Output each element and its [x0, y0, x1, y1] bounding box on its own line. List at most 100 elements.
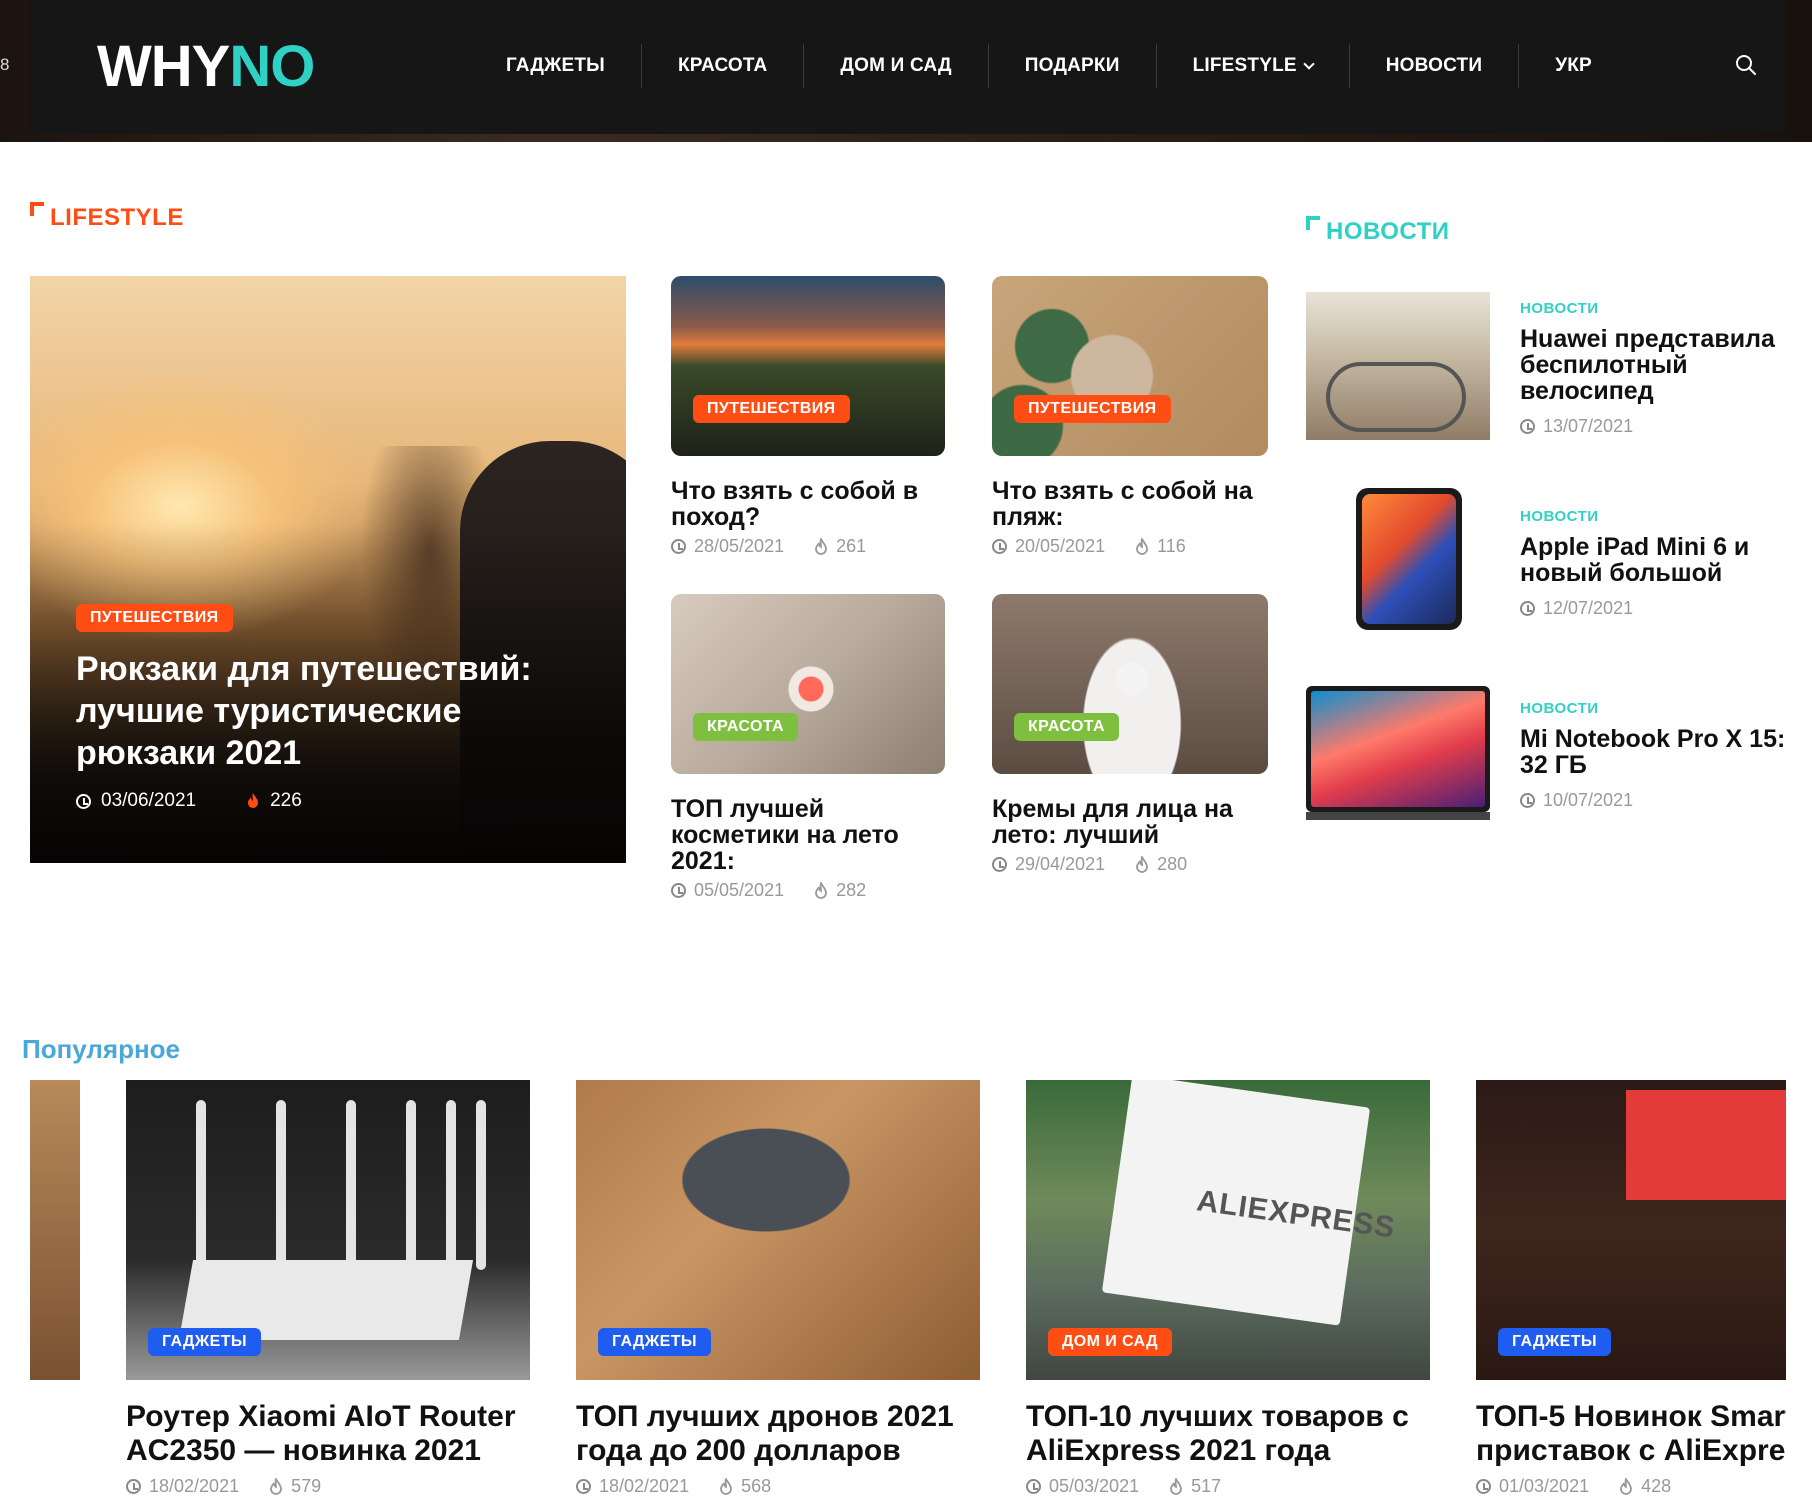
article-meta: 29/04/2021 280: [992, 854, 1187, 875]
popular-article-title[interactable]: Роутер Xiaomi AIoT Router AC2350 — новин…: [126, 1400, 526, 1468]
menu-item-gadgets[interactable]: ГАДЖЕТЫ: [470, 44, 642, 88]
popular-article-image[interactable]: ALIEXPRESS ДОМ И САД: [1026, 1080, 1430, 1380]
article-date: 28/05/2021: [694, 536, 785, 556]
fire-icon: [720, 1477, 732, 1495]
article-title[interactable]: Что взять с собой в поход?: [671, 478, 945, 530]
clock-icon: [671, 883, 686, 898]
article-title[interactable]: Что взять с собой на пляж:: [992, 478, 1268, 530]
news-image[interactable]: [1306, 686, 1490, 826]
site-logo[interactable]: WHYNO: [97, 34, 315, 99]
news-image[interactable]: [1306, 292, 1490, 440]
section-heading-popular[interactable]: Популярное: [22, 1034, 180, 1065]
menu-item-ukr[interactable]: УКР: [1519, 44, 1628, 88]
article-card[interactable]: КРАСОТА ТОП лучшей косметики на лето 202…: [671, 594, 945, 914]
category-badge[interactable]: ДОМ И САД: [1048, 1328, 1172, 1356]
section-heading-lifestyle-label: LIFESTYLE: [50, 204, 184, 231]
category-badge[interactable]: ГАДЖЕТЫ: [1498, 1328, 1611, 1356]
category-badge[interactable]: ГАДЖЕТЫ: [598, 1328, 711, 1356]
article-date: 29/04/2021: [1015, 854, 1106, 874]
news-meta: 13/07/2021: [1520, 416, 1633, 437]
fire-icon: [270, 1477, 282, 1495]
popular-article-meta: 05/03/2021 517: [1026, 1476, 1221, 1497]
main-menu: ГАДЖЕТЫ КРАСОТА ДОМ И САД ПОДАРКИ LIFEST…: [470, 44, 1628, 88]
logo-no: NO: [229, 34, 315, 99]
article-views: 282: [836, 880, 867, 900]
article-views: 579: [291, 1476, 322, 1496]
popular-article-title[interactable]: ТОП-10 лучших товаров с AliExpress 2021 …: [1026, 1400, 1426, 1468]
news-category[interactable]: НОВОСТИ: [1520, 300, 1599, 317]
section-heading-news-label: НОВОСТИ: [1326, 218, 1450, 245]
popular-article-title-line2: приставок с AliExpres: [1476, 1434, 1786, 1467]
article-card[interactable]: КРАСОТА Кремы для лица на лето: лучший 2…: [992, 594, 1268, 884]
article-views: 280: [1157, 854, 1188, 874]
popular-article-image[interactable]: ГАДЖЕТЫ: [1476, 1080, 1786, 1380]
article-meta: 05/05/2021 282: [671, 880, 866, 901]
popular-article-meta: 01/03/2021 428: [1476, 1476, 1671, 1497]
clock-icon: [126, 1479, 141, 1494]
article-image[interactable]: [671, 276, 945, 456]
news-image[interactable]: [1356, 488, 1490, 634]
featured-article-card[interactable]: ПУТЕШЕСТВИЯ Рюкзаки для путешествий: луч…: [30, 276, 626, 863]
article-title[interactable]: Кремы для лица на лето: лучший: [992, 796, 1268, 848]
news-category[interactable]: НОВОСТИ: [1520, 700, 1599, 717]
news-title[interactable]: Mi Notebook Pro X 15: 32 ГБ: [1520, 726, 1790, 778]
article-views: 261: [836, 536, 867, 556]
clock-icon: [76, 793, 91, 809]
search-icon[interactable]: [1735, 54, 1757, 76]
article-image[interactable]: [992, 276, 1268, 456]
category-badge[interactable]: ГАДЖЕТЫ: [148, 1328, 261, 1356]
article-date: 03/06/2021: [101, 790, 197, 811]
category-badge[interactable]: ПУТЕШЕСТВИЯ: [693, 395, 850, 423]
fire-icon: [815, 537, 827, 555]
category-badge[interactable]: КРАСОТА: [1014, 713, 1119, 741]
section-heading-news[interactable]: НОВОСТИ: [1306, 216, 1450, 246]
clock-icon: [992, 539, 1007, 554]
carousel-partial-image[interactable]: [30, 1080, 80, 1380]
article-views: 568: [741, 1476, 772, 1496]
menu-item-home-garden[interactable]: ДОМ И САД: [804, 44, 989, 88]
clock-icon: [576, 1479, 591, 1494]
clock-icon: [1476, 1479, 1491, 1494]
news-meta: 12/07/2021: [1520, 598, 1633, 619]
article-image[interactable]: [992, 594, 1268, 774]
clock-icon: [1520, 601, 1535, 616]
menu-item-news[interactable]: НОВОСТИ: [1350, 44, 1520, 88]
article-date: 20/05/2021: [1015, 536, 1106, 556]
popular-article-title-line1: ТОП-10 лучших товаров с: [1026, 1400, 1409, 1433]
article-image[interactable]: [671, 594, 945, 774]
popular-article-title[interactable]: ТОП-5 Новинок Smart приставок с AliExpre…: [1476, 1400, 1786, 1468]
category-badge[interactable]: ПУТЕШЕСТВИЯ: [76, 604, 233, 632]
news-date: 10/07/2021: [1543, 790, 1634, 810]
clock-icon: [1520, 419, 1535, 434]
popular-article-title[interactable]: ТОП лучших дронов 2021 года до 200 долла…: [576, 1400, 976, 1468]
article-title[interactable]: ТОП лучшей косметики на лето 2021:: [671, 796, 945, 874]
article-date: 05/03/2021: [1049, 1476, 1140, 1496]
popular-article-image[interactable]: ГАДЖЕТЫ: [576, 1080, 980, 1380]
article-card[interactable]: ПУТЕШЕСТВИЯ Что взять с собой в поход? 2…: [671, 276, 945, 566]
fire-icon: [248, 793, 259, 808]
fire-icon: [1136, 855, 1148, 873]
menu-item-beauty[interactable]: КРАСОТА: [642, 44, 805, 88]
news-title[interactable]: Apple iPad Mini 6 и новый большой: [1520, 534, 1790, 586]
popular-article-image[interactable]: ГАДЖЕТЫ: [126, 1080, 530, 1380]
news-date: 12/07/2021: [1543, 598, 1634, 618]
popular-article-meta: 18/02/2021 568: [576, 1476, 771, 1497]
featured-article-title[interactable]: Рюкзаки для путешествий: лучшие туристич…: [76, 648, 576, 774]
news-date: 13/07/2021: [1543, 416, 1634, 436]
section-heading-lifestyle[interactable]: LIFESTYLE: [30, 202, 184, 232]
category-badge[interactable]: ПУТЕШЕСТВИЯ: [1014, 395, 1171, 423]
clock-icon: [671, 539, 686, 554]
category-badge[interactable]: КРАСОТА: [693, 713, 798, 741]
popular-article-title-line1: ТОП лучших дронов 2021: [576, 1400, 954, 1433]
menu-item-gifts[interactable]: ПОДАРКИ: [989, 44, 1157, 88]
article-views: 116: [1157, 536, 1186, 556]
news-title[interactable]: Huawei представила беспилотный велосипед: [1520, 326, 1790, 404]
article-views: 226: [270, 790, 302, 811]
menu-item-lifestyle[interactable]: LIFESTYLE: [1157, 44, 1350, 88]
ipad-image-element: [1356, 488, 1462, 630]
chevron-down-icon: [1303, 58, 1315, 70]
tv-image-element: [1626, 1090, 1786, 1200]
news-category[interactable]: НОВОСТИ: [1520, 508, 1599, 525]
article-card[interactable]: ПУТЕШЕСТВИЯ Что взять с собой на пляж: 2…: [992, 276, 1268, 566]
popular-article-title-line2: AliExpress 2021 года: [1026, 1434, 1331, 1467]
